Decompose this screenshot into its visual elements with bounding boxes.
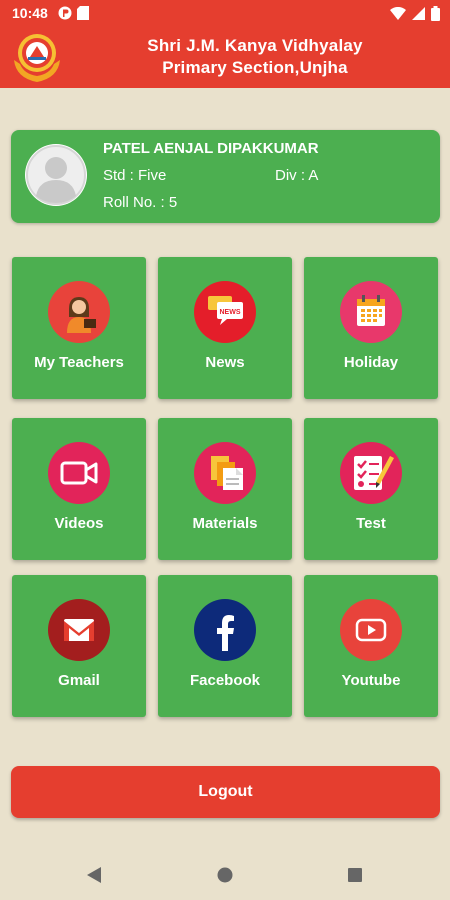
status-time: 10:48 [12,5,48,21]
avatar [25,144,87,206]
tile-youtube[interactable]: Youtube [304,575,438,717]
student-div: Div : A [275,167,319,184]
svg-text:NEWS: NEWS [220,309,241,316]
school-logo [10,30,64,84]
tile-label: News [205,354,245,371]
signal-icon [412,7,425,25]
student-name: PATEL AENJAL DIPAKKUMAR [103,140,319,157]
video-camera-icon [48,442,110,504]
tile-news[interactable]: NEWS News [158,257,292,399]
calendar-icon [340,281,402,343]
tile-videos[interactable]: Videos [12,418,146,560]
tile-label: My Teachers [34,354,124,371]
battery-icon [431,6,440,26]
student-std: Std : Five [103,167,167,184]
tile-gmail[interactable]: Gmail [12,575,146,717]
documents-icon [194,442,256,504]
notification-app-icon [58,6,72,25]
status-bar: 10:48 [0,0,450,28]
tile-test[interactable]: Test [304,418,438,560]
tile-label: Gmail [58,672,100,689]
recents-icon[interactable] [348,868,362,887]
tile-label: Facebook [189,672,261,689]
tile-my-teachers[interactable]: My Teachers [12,257,146,399]
gmail-icon [48,599,110,661]
tile-holiday[interactable]: Holiday [304,257,438,399]
back-icon[interactable] [86,866,102,889]
test-checklist-icon [340,442,402,504]
school-title: Shri J.M. Kanya Vidhyalay Primary Sectio… [110,35,400,79]
logout-button[interactable]: Logout [11,766,440,818]
tile-label: Materials [192,515,258,532]
tile-label: Youtube [341,672,401,689]
wifi-icon [390,6,406,25]
app-bar: Shri J.M. Kanya Vidhyalay Primary Sectio… [0,28,450,88]
title-line-2: Primary Section,Unjha [162,58,348,77]
tile-label: Videos [54,515,104,532]
tile-label: Holiday [343,354,399,371]
youtube-icon [340,599,402,661]
news-icon: NEWS [194,281,256,343]
tile-label: Test [356,515,386,532]
home-icon[interactable] [217,867,233,888]
student-profile-card: PATEL AENJAL DIPAKKUMAR Std : Five Div :… [11,130,440,223]
tile-materials[interactable]: Materials [158,418,292,560]
facebook-icon [194,599,256,661]
student-roll: Roll No. : 5 [103,194,178,211]
sd-card-icon [77,6,89,25]
tile-facebook[interactable]: Facebook [158,575,292,717]
teacher-icon [48,281,110,343]
title-line-1: Shri J.M. Kanya Vidhyalay [147,36,363,55]
system-nav-bar [0,850,450,900]
